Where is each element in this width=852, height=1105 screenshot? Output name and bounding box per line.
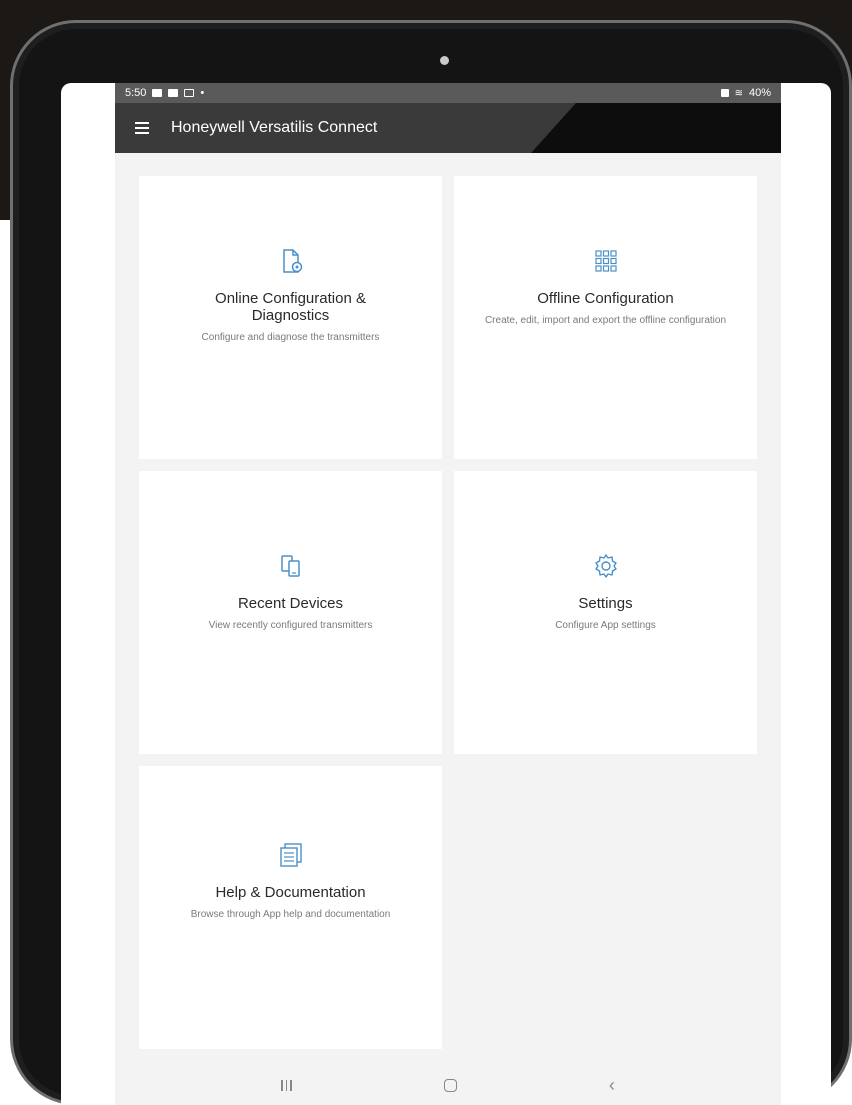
tablet-frame: 5:50 • ≋ 40% Honeywell Versatilis Connec… bbox=[10, 20, 852, 1105]
card-description: View recently configured transmitters bbox=[208, 620, 373, 631]
status-time: 5:50 bbox=[125, 87, 147, 99]
card-recent-devices[interactable]: Recent Devices View recently configured … bbox=[139, 471, 442, 754]
status-bar: 5:50 • ≋ 40% bbox=[115, 83, 781, 103]
tablet-screen: 5:50 • ≋ 40% Honeywell Versatilis Connec… bbox=[61, 83, 831, 1105]
app-window: 5:50 • ≋ 40% Honeywell Versatilis Connec… bbox=[115, 83, 781, 1105]
hamburger-menu-icon[interactable] bbox=[135, 122, 149, 134]
android-nav-bar: ‹ bbox=[115, 1065, 781, 1105]
card-title: Help & Documentation bbox=[215, 884, 366, 901]
app-title: Honeywell Versatilis Connect bbox=[171, 119, 378, 136]
gallery-notification-icon bbox=[152, 89, 163, 97]
home-icon[interactable] bbox=[443, 1078, 457, 1092]
status-left: 5:50 • bbox=[125, 87, 204, 99]
document-settings-icon bbox=[282, 249, 302, 273]
card-online-configuration[interactable]: Online Configuration & Diagnostics Confi… bbox=[139, 176, 442, 459]
more-notifications-icon: • bbox=[200, 87, 205, 99]
app-bar: Honeywell Versatilis Connect bbox=[115, 103, 781, 153]
status-right: ≋ 40% bbox=[720, 87, 771, 99]
document-list-icon bbox=[279, 843, 302, 867]
page: 5:50 • ≋ 40% Honeywell Versatilis Connec… bbox=[0, 0, 852, 1105]
lock-icon bbox=[720, 89, 729, 97]
back-icon[interactable]: ‹ bbox=[609, 1076, 615, 1094]
wifi-icon: ≋ bbox=[734, 87, 743, 99]
card-description: Configure App settings bbox=[555, 620, 656, 631]
camera-dot bbox=[440, 56, 449, 65]
card-offline-configuration[interactable]: Offline Configuration Create, edit, impo… bbox=[454, 176, 757, 459]
card-description: Browse through App help and documentatio… bbox=[190, 909, 391, 920]
card-settings[interactable]: Settings Configure App settings bbox=[454, 471, 757, 754]
grid-icon bbox=[594, 250, 617, 272]
card-title: Offline Configuration bbox=[537, 290, 674, 307]
card-help-documentation[interactable]: Help & Documentation Browse through App … bbox=[139, 766, 442, 1049]
card-title: Settings bbox=[578, 595, 633, 612]
devices-icon bbox=[280, 555, 300, 577]
card-title: Online Configuration & Diagnostics bbox=[215, 290, 366, 324]
card-description: Create, edit, import and export the offl… bbox=[484, 315, 727, 326]
card-description: Configure and diagnose the transmitters bbox=[201, 332, 380, 343]
image-notification-icon bbox=[168, 89, 179, 97]
card-title: Recent Devices bbox=[237, 595, 344, 612]
screenshot-notification-icon bbox=[184, 89, 195, 97]
gear-icon bbox=[594, 554, 617, 578]
recent-apps-icon[interactable] bbox=[281, 1079, 292, 1091]
battery-level: 40% bbox=[748, 87, 771, 99]
